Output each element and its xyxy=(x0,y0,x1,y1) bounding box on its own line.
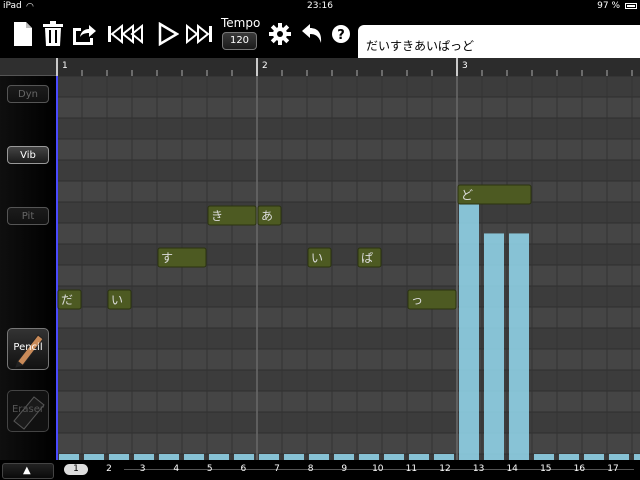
grid-row xyxy=(56,286,640,307)
note-lyric: す xyxy=(161,251,173,265)
grid-row xyxy=(56,202,640,223)
page-number[interactable]: 13 xyxy=(472,464,486,474)
note-lyric: っ xyxy=(411,293,423,307)
new-file-icon xyxy=(14,22,32,46)
grid-row xyxy=(56,139,640,160)
trash-icon xyxy=(43,21,63,46)
grid-row xyxy=(56,433,640,454)
measure-number: 2 xyxy=(262,61,268,71)
page-number[interactable]: 6 xyxy=(236,464,250,474)
share-button[interactable] xyxy=(70,20,98,48)
note-lyric: ど xyxy=(461,188,473,202)
help-button[interactable]: ? xyxy=(327,20,355,48)
grid-row xyxy=(56,370,640,391)
page-number[interactable]: 3 xyxy=(136,464,150,474)
parameter-bar[interactable] xyxy=(484,233,504,460)
parameter-bar[interactable] xyxy=(459,202,479,460)
play-button[interactable] xyxy=(154,20,182,48)
grid-row xyxy=(56,412,640,433)
parameter-bar[interactable] xyxy=(509,233,529,460)
grid-row xyxy=(56,391,640,412)
clock: 23:16 xyxy=(307,1,333,11)
grid-row xyxy=(56,265,640,286)
gear-icon xyxy=(269,23,291,45)
note-lyric: い xyxy=(311,251,323,265)
status-bar: iPad ◠ 23:16 97 % xyxy=(0,0,640,12)
piano-roll[interactable]: だ い す き あい ぱっ ど xyxy=(56,76,640,460)
help-icon: ? xyxy=(332,25,350,43)
play-icon xyxy=(158,22,179,46)
vib-button[interactable]: Vib xyxy=(7,146,49,164)
new-file-button[interactable] xyxy=(9,20,37,48)
note-lyric: ぱ xyxy=(361,251,373,265)
note-lyric: き xyxy=(211,209,223,223)
grid-row xyxy=(56,97,640,118)
page-number[interactable]: 17 xyxy=(606,464,620,474)
grid-row xyxy=(56,181,640,202)
up-arrow-icon: ▲ xyxy=(23,465,31,476)
fast-forward-icon xyxy=(186,24,212,44)
measure-number: 3 xyxy=(462,61,468,71)
pit-button[interactable]: Pit xyxy=(7,207,49,225)
page-number[interactable]: 2 xyxy=(102,464,116,474)
battery-percent: 97 % xyxy=(597,1,620,11)
page-number[interactable]: 14 xyxy=(505,464,519,474)
svg-text:?: ? xyxy=(337,28,345,43)
skip-back-icon xyxy=(108,24,143,44)
measure-number: 1 xyxy=(62,61,68,71)
eraser-label: Eraser xyxy=(11,404,45,415)
delete-button[interactable] xyxy=(39,20,67,48)
toolbar: Tempo 120 ? xyxy=(0,12,640,66)
battery-icon xyxy=(625,3,637,9)
grid-row xyxy=(56,307,640,328)
page-number[interactable]: 12 xyxy=(438,464,452,474)
page-scroller[interactable]: 1 2 3 4 5 6 7 8 9 10 11 12 13 14 15 16 17 xyxy=(58,462,640,478)
grid-row xyxy=(56,328,640,349)
piano-roll-canvas[interactable]: だ い す き あい ぱっ ど xyxy=(56,76,640,460)
note-lyric: だ xyxy=(61,293,73,307)
page-number[interactable]: 9 xyxy=(337,464,351,474)
timeline-ruler[interactable]: 1 2 3 xyxy=(56,58,640,77)
grid-row xyxy=(56,349,640,370)
page-number[interactable]: 16 xyxy=(572,464,586,474)
tempo-label: Tempo xyxy=(221,16,261,30)
page-number[interactable]: 15 xyxy=(539,464,553,474)
grid-row xyxy=(56,244,640,265)
tempo-value-button[interactable]: 120 xyxy=(222,32,257,50)
grid-row xyxy=(56,118,640,139)
eraser-tool-button[interactable]: Eraser xyxy=(7,390,49,432)
share-icon xyxy=(73,25,96,45)
grid-row xyxy=(56,160,640,181)
note-lyric: い xyxy=(111,293,123,307)
settings-button[interactable] xyxy=(266,20,294,48)
grid-row xyxy=(56,223,640,244)
undo-icon xyxy=(302,24,322,43)
page-number[interactable]: 10 xyxy=(371,464,385,474)
page-number[interactable]: 11 xyxy=(404,464,418,474)
page-number[interactable]: 7 xyxy=(270,464,284,474)
grid-row xyxy=(56,76,640,97)
page-number[interactable]: 4 xyxy=(169,464,183,474)
page-number[interactable]: 5 xyxy=(203,464,217,474)
rewind-to-start-button[interactable] xyxy=(104,20,148,48)
dyn-button[interactable]: Dyn xyxy=(7,85,49,103)
sidebar-corner xyxy=(0,58,56,76)
fast-forward-button[interactable] xyxy=(183,20,215,48)
expand-up-button[interactable]: ▲ xyxy=(2,463,54,479)
page-number[interactable]: 8 xyxy=(304,464,318,474)
pencil-tool-button[interactable]: Pencil xyxy=(7,328,49,370)
page-selected[interactable]: 1 xyxy=(64,464,88,475)
ruler-ticks: 1 2 3 xyxy=(56,58,633,76)
undo-button[interactable] xyxy=(298,20,326,48)
pencil-label: Pencil xyxy=(13,342,43,353)
note-lyric: あ xyxy=(261,209,273,223)
